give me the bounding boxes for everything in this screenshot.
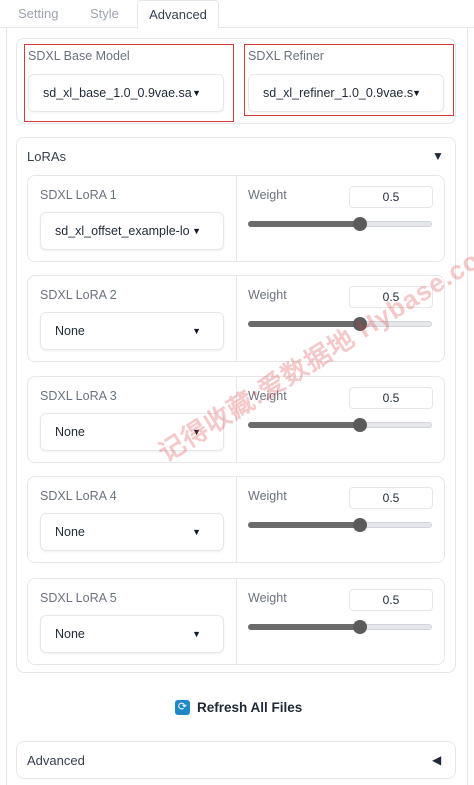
- refresh-all-files-button[interactable]: ⟳ Refresh All Files: [175, 697, 302, 717]
- refiner-label: SDXL Refiner: [248, 49, 324, 63]
- weight-label: Weight: [248, 288, 287, 302]
- caret-down-icon: ▼: [192, 629, 201, 639]
- base-model-dropdown[interactable]: sd_xl_base_1.0_0.9vae.sa ▼: [28, 74, 224, 112]
- base-model-label: SDXL Base Model: [28, 49, 130, 63]
- weight-number-input[interactable]: 0.5: [349, 387, 433, 409]
- divider: [236, 579, 237, 664]
- divider: [236, 176, 237, 261]
- refiner-dropdown[interactable]: sd_xl_refiner_1.0_0.9vae.s ▼: [248, 74, 444, 112]
- triangle-left-icon[interactable]: ◀: [432, 753, 441, 767]
- lora-label: SDXL LoRA 4: [40, 489, 117, 503]
- weight-slider[interactable]: [248, 418, 432, 432]
- weight-slider[interactable]: [248, 518, 432, 532]
- weight-number-input[interactable]: 0.5: [349, 286, 433, 308]
- lora-row-1: SDXL LoRA 1 sd_xl_offset_example-lo ▼ We…: [27, 175, 445, 262]
- tab-setting[interactable]: Setting: [18, 0, 58, 28]
- lora-model-value: None: [55, 425, 85, 439]
- refresh-label: Refresh All Files: [197, 699, 303, 715]
- lora-row-4: SDXL LoRA 4 None ▼ Weight 0.5: [27, 476, 445, 563]
- lora-model-dropdown[interactable]: None ▼: [40, 513, 224, 551]
- caret-down-icon: ▼: [412, 88, 421, 98]
- weight-label: Weight: [248, 389, 287, 403]
- lora-label: SDXL LoRA 2: [40, 288, 117, 302]
- lora-label: SDXL LoRA 5: [40, 591, 117, 605]
- caret-down-icon: ▼: [192, 88, 201, 98]
- lora-label: SDXL LoRA 1: [40, 188, 117, 202]
- loras-title[interactable]: LoRAs: [27, 149, 66, 164]
- slider-fill: [248, 624, 361, 630]
- caret-down-icon: ▼: [192, 527, 201, 537]
- slider-thumb[interactable]: [353, 317, 368, 331]
- weight-label: Weight: [248, 591, 287, 605]
- weight-label: Weight: [248, 188, 287, 202]
- lora-model-value: None: [55, 525, 85, 539]
- caret-down-icon: ▼: [192, 326, 201, 336]
- divider: [236, 477, 237, 562]
- base-model-value: sd_xl_base_1.0_0.9vae.sa: [43, 86, 192, 100]
- tab-bar: Setting Style Advanced: [0, 0, 474, 29]
- weight-label: Weight: [248, 489, 287, 503]
- slider-thumb[interactable]: [353, 217, 368, 231]
- weight-slider[interactable]: [248, 217, 432, 231]
- slider-fill: [248, 422, 361, 428]
- lora-model-dropdown[interactable]: sd_xl_offset_example-lo ▼: [40, 212, 224, 250]
- slider-fill: [248, 221, 361, 227]
- slider-fill: [248, 522, 361, 528]
- weight-number-input[interactable]: 0.5: [349, 589, 433, 611]
- lora-row-2: SDXL LoRA 2 None ▼ Weight 0.5: [27, 275, 445, 362]
- caret-down-icon: ▼: [192, 427, 201, 437]
- lora-label: SDXL LoRA 3: [40, 389, 117, 403]
- divider: [236, 276, 237, 361]
- weight-number-input[interactable]: 0.5: [349, 186, 433, 208]
- lora-model-dropdown[interactable]: None ▼: [40, 312, 224, 350]
- weight-number-input[interactable]: 0.5: [349, 487, 433, 509]
- weight-slider[interactable]: [248, 620, 432, 634]
- refiner-value: sd_xl_refiner_1.0_0.9vae.s: [263, 86, 414, 100]
- divider: [236, 377, 237, 462]
- lora-model-value: sd_xl_offset_example-lo: [55, 224, 190, 238]
- refresh-icon: ⟳: [175, 699, 190, 715]
- advanced-title[interactable]: Advanced: [27, 753, 85, 768]
- lora-model-dropdown[interactable]: None ▼: [40, 413, 224, 451]
- lora-row-3: SDXL LoRA 3 None ▼ Weight 0.5: [27, 376, 445, 463]
- slider-fill: [248, 321, 361, 327]
- tab-style[interactable]: Style: [90, 0, 119, 28]
- lora-model-value: None: [55, 324, 85, 338]
- slider-thumb[interactable]: [353, 418, 368, 432]
- slider-thumb[interactable]: [353, 620, 368, 634]
- tab-advanced[interactable]: Advanced: [137, 0, 219, 29]
- lora-row-5: SDXL LoRA 5 None ▼ Weight 0.5: [27, 578, 445, 665]
- lora-model-value: None: [55, 627, 85, 641]
- caret-down-icon: ▼: [192, 226, 201, 236]
- weight-slider[interactable]: [248, 317, 432, 331]
- slider-thumb[interactable]: [353, 518, 368, 532]
- lora-model-dropdown[interactable]: None ▼: [40, 615, 224, 653]
- triangle-down-icon[interactable]: ▼: [432, 149, 444, 163]
